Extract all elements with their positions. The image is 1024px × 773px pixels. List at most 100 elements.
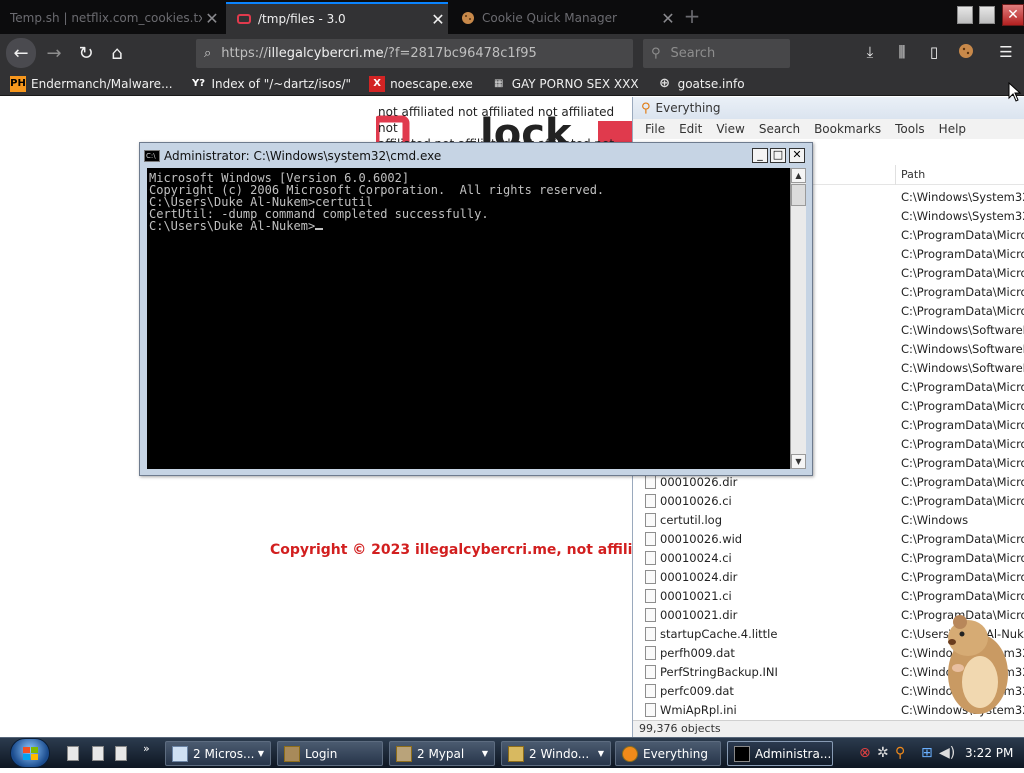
list-item[interactable]: 00010026.ci C:\ProgramData\Micros	[633, 492, 1024, 511]
taskbar-button-everything[interactable]: Everything	[615, 741, 721, 766]
new-tab-button[interactable]: +	[682, 4, 702, 28]
mypal-icon	[396, 745, 412, 762]
url-path: /?f=2817bc96478c1f95	[383, 46, 537, 61]
mouse-pointer-icon	[1008, 82, 1022, 102]
column-path-header[interactable]: Path	[901, 168, 925, 181]
list-item[interactable]: 00010021.ci C:\ProgramData\Micros	[633, 587, 1024, 606]
hamburger-menu-icon[interactable]: ☰	[996, 43, 1016, 63]
menu-search[interactable]: Search	[759, 122, 800, 136]
tab-temp-sh[interactable]: Temp.sh | netflix.com_cookies.txt ✕	[0, 2, 222, 34]
taskbar-button-micros[interactable]: 2 Micros... ▼	[165, 741, 271, 766]
close-icon[interactable]: ✕	[658, 9, 678, 28]
magnifier-icon	[622, 745, 638, 762]
list-item[interactable]: 00010024.ci C:\ProgramData\Micros	[633, 549, 1024, 568]
quicklaunch-file-icon[interactable]	[92, 746, 104, 761]
close-icon[interactable]: ✕	[428, 10, 448, 29]
scrollbar-thumb[interactable]	[791, 184, 806, 206]
minimize-button[interactable]: _	[752, 148, 768, 163]
file-icon	[645, 684, 656, 698]
forward-button[interactable]: →	[40, 39, 68, 67]
taskbar: » 2 Micros... ▼ Login 2 Mypal ▼ 2 Windo.…	[0, 737, 1024, 768]
sidebar-icon[interactable]: ▯	[924, 43, 944, 63]
menu-edit[interactable]: Edit	[679, 122, 702, 136]
taskbar-label: 2 Windo...	[529, 746, 590, 761]
everything-title-bar[interactable]: ⚲ Everything	[633, 97, 1024, 119]
file-icon	[645, 646, 656, 660]
start-button[interactable]	[10, 738, 50, 768]
settings-icon[interactable]: ✲	[877, 745, 889, 761]
restore-button[interactable]	[979, 6, 995, 24]
home-button[interactable]: ⌂	[103, 39, 131, 67]
tab-tmp-files[interactable]: /tmp/files - 3.0 ✕	[226, 2, 448, 34]
library-icon[interactable]: ⫼	[892, 43, 912, 63]
list-item[interactable]: 00010024.dir C:\ProgramData\Micros	[633, 568, 1024, 587]
taskbar-button-administrator[interactable]: Administra...	[727, 741, 833, 766]
menu-view[interactable]: View	[716, 122, 744, 136]
volume-icon[interactable]: ◀)	[939, 745, 955, 761]
everything-tray-icon[interactable]: ⚲	[895, 745, 905, 761]
bookmark-item[interactable]: ▦ GAY PORNO SEX XXX	[491, 76, 639, 92]
download-icon[interactable]: ⤓	[860, 43, 880, 63]
bookmark-item[interactable]: ⊕ goatse.info	[657, 76, 744, 92]
file-path: C:\ProgramData\Micros	[901, 437, 1024, 451]
file-path: C:\Windows\System32\	[901, 190, 1024, 204]
search-input[interactable]: ⚲ Search	[643, 39, 790, 68]
bookmark-item[interactable]: PH Endermanch/Malware...	[10, 75, 173, 92]
cookie-manager-icon[interactable]	[956, 43, 976, 63]
menu-file[interactable]: File	[645, 122, 665, 136]
menu-bookmarks[interactable]: Bookmarks	[814, 122, 881, 136]
cmd-title: Administrator: C:\Windows\system32\cmd.e…	[164, 149, 442, 163]
search-placeholder: Search	[670, 46, 716, 61]
window-title: Everything	[655, 101, 721, 115]
taskbar-label: Login	[305, 746, 338, 761]
url-bar[interactable]: ⌕ https://illegalcybercri.me/?f=2817bc96…	[196, 39, 633, 68]
file-name: WmiApRpl.ini	[660, 703, 737, 717]
list-item[interactable]: certutil.log C:\Windows	[633, 511, 1024, 530]
maximize-button[interactable]: □	[770, 148, 786, 163]
folder-icon	[508, 745, 524, 762]
quicklaunch-desktop-icon[interactable]	[67, 746, 79, 761]
network-icon[interactable]: ⊞	[921, 745, 933, 761]
bookmark-item[interactable]: Y? Index of "/~dartz/isos/"	[191, 76, 351, 92]
close-button[interactable]: ✕	[789, 148, 805, 163]
file-path: C:\ProgramData\Micros	[901, 456, 1024, 470]
minimize-button[interactable]	[957, 6, 973, 24]
console-output[interactable]: Microsoft Windows [Version 6.0.6002] Copy…	[147, 168, 790, 469]
ph-icon: PH	[10, 75, 26, 92]
list-item[interactable]: 00010026.wid C:\ProgramData\Micros	[633, 530, 1024, 549]
file-name: 00010021.ci	[660, 589, 732, 603]
quicklaunch-file-icon[interactable]	[115, 746, 127, 761]
scroll-down-arrow-icon[interactable]: ▼	[791, 454, 806, 469]
file-path: C:\ProgramData\Micros	[901, 247, 1024, 261]
tab-cookie-quick-manager[interactable]: Cookie Quick Manager ✕	[450, 2, 678, 34]
file-path: C:\ProgramData\Micros	[901, 266, 1024, 280]
taskbar-button-windows[interactable]: 2 Windo... ▼	[501, 741, 611, 766]
system-tray: ⊗ ✲ ⚲ ⊞ ◀) 3:22 PM	[853, 738, 1024, 769]
file-path: C:\ProgramData\Micros	[901, 418, 1024, 432]
info-icon[interactable]: ⌕	[204, 46, 211, 61]
menu-tools[interactable]: Tools	[895, 122, 925, 136]
taskbar-button-login[interactable]: Login	[277, 741, 383, 766]
security-alert-icon[interactable]: ⊗	[859, 745, 871, 761]
file-name: perfh009.dat	[660, 646, 735, 660]
window-close-button[interactable]: ✕	[1002, 4, 1024, 26]
bookmark-item[interactable]: X noescape.exe	[369, 75, 473, 92]
taskbar-button-mypal[interactable]: 2 Mypal ▼	[389, 741, 495, 766]
cmd-icon	[734, 745, 750, 762]
column-divider[interactable]	[895, 165, 896, 185]
menu-help[interactable]: Help	[939, 122, 966, 136]
yc-icon: Y?	[191, 78, 206, 89]
vertical-scrollbar[interactable]: ▲ ▼	[790, 168, 806, 469]
clock[interactable]: 3:22 PM	[965, 746, 1013, 760]
back-button[interactable]: ←	[6, 38, 36, 68]
cmd-window: C:\ Administrator: C:\Windows\system32\c…	[139, 142, 813, 476]
scroll-up-arrow-icon[interactable]: ▲	[791, 168, 806, 183]
cmd-title-bar[interactable]: C:\ Administrator: C:\Windows\system32\c…	[144, 147, 808, 165]
reload-button[interactable]: ↻	[72, 39, 100, 67]
quicklaunch-more-icon[interactable]: »	[143, 742, 150, 755]
file-name: 00010026.wid	[660, 532, 743, 546]
close-icon[interactable]: ✕	[202, 9, 222, 28]
file-path: C:\ProgramData\Micros	[901, 399, 1024, 413]
everything-menu-bar: File Edit View Search Bookmarks Tools He…	[633, 119, 1024, 139]
navigation-toolbar: ← → ↻ ⌂ ⌕ https://illegalcybercri.me/?f=…	[0, 34, 1024, 72]
